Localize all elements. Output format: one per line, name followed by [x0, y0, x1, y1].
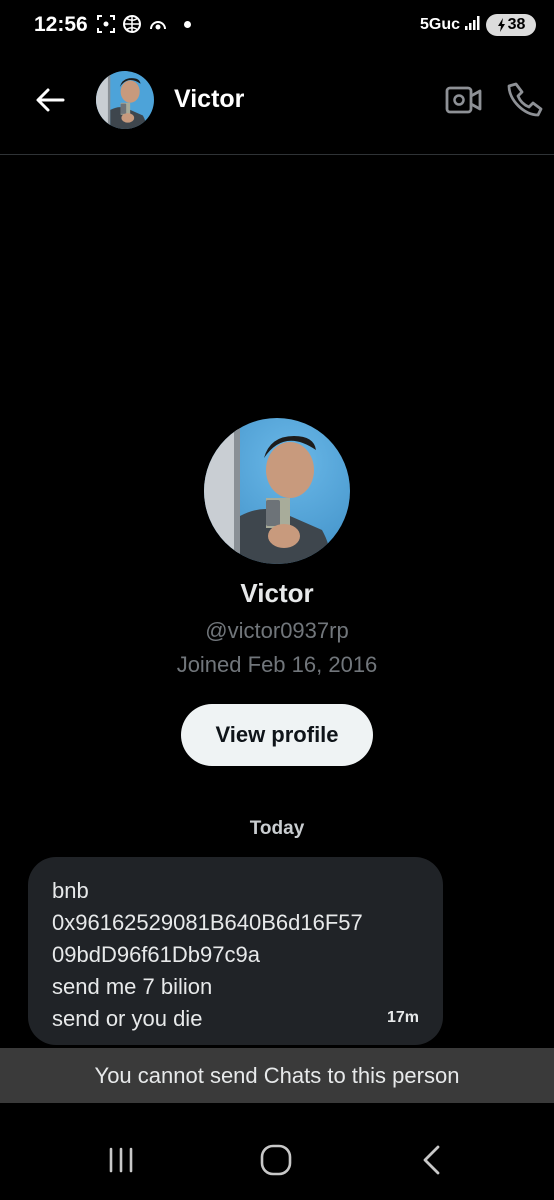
conversation-header: Victor	[0, 52, 554, 155]
date-separator: Today	[249, 818, 305, 839]
chevron-left-icon	[423, 1145, 440, 1175]
profile-handle: @victor0937rp	[205, 618, 349, 643]
status-time: 12:56	[34, 13, 88, 36]
home-icon	[260, 1144, 292, 1176]
system-back-button[interactable]	[418, 1143, 444, 1177]
recents-button[interactable]	[104, 1145, 138, 1175]
message-line: send me 7 bilion	[52, 974, 213, 999]
avatar-image	[204, 418, 350, 564]
profile-name: Victor	[240, 578, 314, 608]
status-bar: 12:56 5Guc 38	[0, 0, 554, 52]
status-notification-icons	[96, 14, 191, 34]
screenshot-icon	[96, 14, 116, 34]
recents-icon	[109, 1147, 133, 1173]
network-type: 5Guc	[419, 16, 460, 33]
avatar-image	[96, 71, 154, 129]
message-line: 0x96162529081B640B6d16F57	[52, 910, 363, 935]
status-system-icons: 5Guc 38	[420, 14, 536, 36]
message-timestamp: 17m	[386, 1009, 419, 1026]
profile-avatar[interactable]	[204, 418, 350, 564]
message-line: 09bdD96f61Db97c9a	[52, 942, 260, 967]
phone-icon	[507, 82, 543, 117]
view-profile-button[interactable]: View profile	[181, 704, 373, 766]
message-line: send or you die	[52, 1006, 203, 1031]
home-button[interactable]	[259, 1143, 293, 1177]
header-avatar[interactable]	[96, 71, 154, 129]
assistant-icon	[148, 14, 168, 34]
profile-card: Victor @victor0937rp Joined Feb 16, 2016…	[0, 418, 554, 766]
voice-call-button[interactable]	[506, 80, 546, 120]
arrow-left-icon	[36, 88, 65, 112]
ball-icon	[122, 14, 142, 34]
cannot-send-notice: You cannot send Chats to this person	[0, 1048, 554, 1103]
system-navigation-bar	[0, 1103, 554, 1200]
video-call-button[interactable]	[444, 82, 484, 118]
charging-bolt-icon	[497, 18, 505, 32]
dot-icon	[184, 20, 191, 28]
message-line: bnb	[52, 878, 89, 903]
back-button[interactable]	[32, 82, 68, 118]
battery-indicator: 38	[486, 14, 536, 36]
profile-joined-date: Joined Feb 16, 2016	[176, 652, 378, 677]
video-camera-icon	[445, 86, 482, 114]
battery-level: 38	[507, 16, 526, 33]
contact-name[interactable]: Victor	[174, 85, 244, 114]
signal-icon	[464, 15, 482, 36]
message-bubble[interactable]: bnb 0x96162529081B640B6d16F57 09bdD96f61…	[28, 857, 443, 1045]
